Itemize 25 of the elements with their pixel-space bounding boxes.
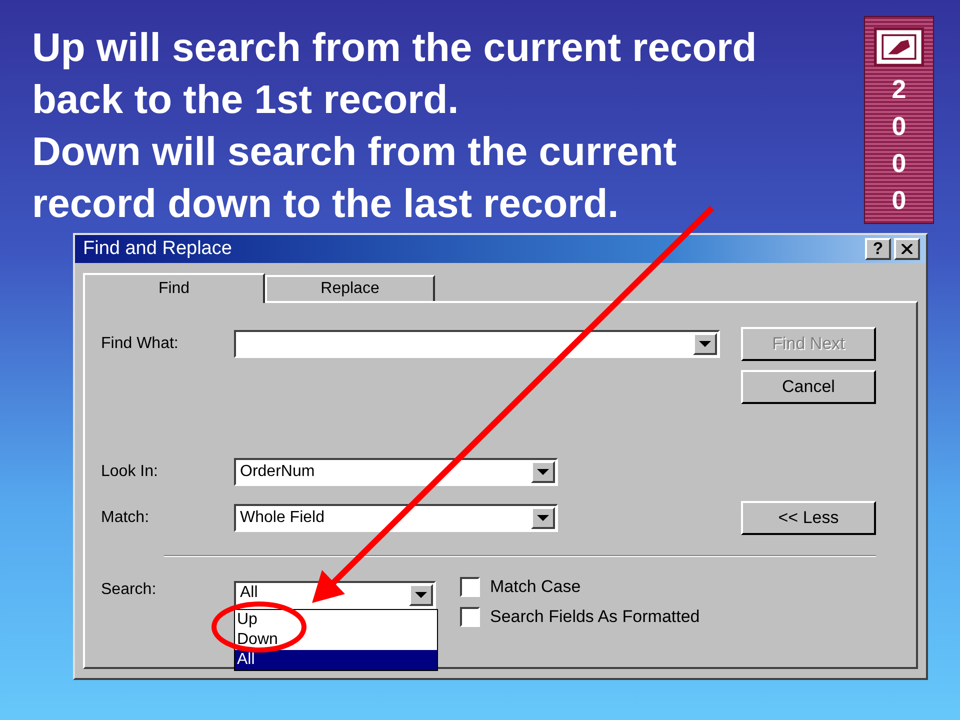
year-label: 2000	[890, 73, 908, 217]
dropdown-option[interactable]: Up	[235, 610, 437, 630]
slide-text: Up will search from the current record back to the 1st record.	[32, 25, 758, 124]
less-button[interactable]: << Less	[741, 501, 876, 535]
match-dropdown[interactable]: Whole Field	[234, 504, 558, 532]
slide-text: Down will search from the current record down to the last record.	[32, 129, 678, 228]
dropdown-option[interactable]: Down	[235, 630, 437, 650]
checkbox[interactable]	[460, 607, 480, 627]
close-button[interactable]	[894, 238, 920, 260]
window-title: Find and Replace	[83, 238, 233, 260]
dropdown-option[interactable]: All	[235, 650, 437, 670]
close-icon[interactable]	[901, 244, 913, 254]
checkbox-label: Match Case	[490, 577, 581, 597]
help-button[interactable]: ?	[865, 238, 891, 260]
tab[interactable]: Find	[83, 273, 265, 303]
field-label: Search:	[101, 581, 158, 599]
field-label: Find What:	[101, 335, 180, 353]
tab[interactable]: Replace	[265, 275, 435, 301]
cancel-button[interactable]: Cancel	[741, 370, 876, 404]
checkbox[interactable]	[460, 577, 480, 597]
field-label: Match:	[101, 509, 150, 527]
field-label: Look In:	[101, 463, 159, 481]
checkbox-label: Search Fields As Formatted	[490, 607, 700, 627]
find-what-field[interactable]	[234, 330, 720, 358]
look-in-dropdown[interactable]: OrderNum	[234, 458, 558, 486]
